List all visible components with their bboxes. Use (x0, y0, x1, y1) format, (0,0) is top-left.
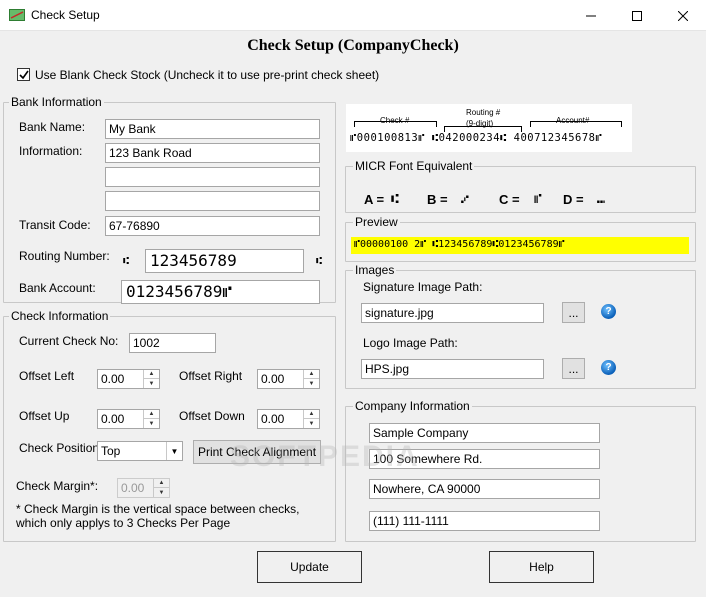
micr-sample-image: Check # Routing # (9-digit) Account# ⑈00… (346, 104, 632, 152)
micr-d-label: D = (563, 192, 584, 207)
routing-transit-symbol-left: ⑆ (123, 256, 129, 267)
title-bar: Check Setup (0, 0, 706, 31)
routing-transit-symbol-right: ⑆ (316, 256, 322, 267)
offset-right-spin[interactable]: ▲ ▼ (303, 370, 319, 388)
check-margin-spin: ▲ ▼ (153, 479, 169, 497)
micr-preview-line: ⑈00000100 2⑈ ⑆123456789⑆0123456789⑈ (351, 237, 689, 254)
minimize-icon (586, 15, 596, 16)
close-icon (678, 10, 688, 21)
check-info-legend: Check Information (9, 309, 111, 323)
offset-left-spin[interactable]: ▲ ▼ (143, 370, 159, 388)
maximize-button[interactable] (614, 0, 660, 31)
micr-sample-line: ⑈000100813⑈ ⑆042000234⑆ 400712345678⑈ (350, 132, 603, 144)
spin-down-icon[interactable]: ▼ (304, 379, 319, 388)
spin-up-icon[interactable]: ▲ (144, 370, 159, 379)
offset-up-stepper[interactable]: 0.00 ▲ ▼ (97, 409, 160, 429)
offset-left-value: 0.00 (101, 372, 125, 386)
company-line3-field[interactable]: Nowhere, CA 90000 (369, 479, 600, 499)
app-icon (9, 9, 25, 21)
micr-a-label: A = (364, 192, 385, 207)
routing-number-field[interactable]: 123456789 (145, 249, 304, 273)
maximize-icon (632, 10, 642, 21)
blank-stock-label: Use Blank Check Stock (Uncheck it to use… (35, 68, 380, 82)
transit-code-label: Transit Code: (19, 218, 91, 232)
close-button[interactable] (660, 0, 706, 31)
signature-path-field[interactable]: signature.jpg (361, 303, 544, 323)
micr-b-symbol: ⑇ (461, 192, 469, 207)
images-legend: Images (353, 263, 397, 277)
bank-name-label: Bank Name: (19, 120, 86, 134)
micr-check-bracket (354, 121, 437, 127)
company-line4-field[interactable]: (111) 111-1111 (369, 511, 600, 531)
help-button[interactable]: Help (489, 551, 594, 583)
bank-info-label: Information: (19, 144, 83, 158)
offset-left-stepper[interactable]: 0.00 ▲ ▼ (97, 369, 160, 389)
minimize-button[interactable] (568, 0, 614, 31)
help-icon[interactable]: ? (601, 360, 616, 375)
micr-equiv-legend: MICR Font Equivalent (353, 159, 475, 173)
micr-d-symbol: ⑉ (597, 192, 605, 207)
offset-up-value: 0.00 (101, 412, 125, 426)
window-title: Check Setup (31, 8, 100, 22)
offset-down-spin[interactable]: ▲ ▼ (303, 410, 319, 428)
micr-c-symbol: ⑈ (534, 192, 542, 207)
check-margin-label: Check Margin*: (16, 479, 99, 493)
signature-browse-button[interactable]: ... (562, 302, 585, 323)
signature-path-label: Signature Image Path: (363, 280, 483, 294)
preview-legend: Preview (353, 215, 400, 229)
current-check-field[interactable]: 1002 (129, 333, 216, 353)
help-icon[interactable]: ? (601, 304, 616, 319)
bank-account-field[interactable]: 0123456789⑈ (121, 280, 320, 304)
micr-routing-label: Routing # (466, 108, 501, 117)
logo-path-field[interactable]: HPS.jpg (361, 359, 544, 379)
bank-name-field[interactable]: My Bank (105, 119, 320, 139)
micr-account-bracket (530, 121, 622, 127)
check-position-label: Check Position (19, 441, 100, 455)
logo-browse-button[interactable]: ... (562, 358, 585, 379)
offset-down-value: 0.00 (261, 412, 285, 426)
bank-info-legend: Bank Information (9, 95, 104, 109)
transit-code-field[interactable]: 67-76890 (105, 216, 320, 236)
spin-down-icon[interactable]: ▼ (144, 379, 159, 388)
check-position-select[interactable]: Top ▼ (97, 441, 183, 461)
logo-path-label: Logo Image Path: (363, 336, 458, 350)
offset-left-label: Offset Left (19, 369, 75, 383)
check-position-value: Top (101, 444, 121, 458)
checkmark-icon (18, 70, 29, 79)
company-info-legend: Company Information (353, 399, 472, 413)
watermark: SOFTPEDIA (230, 440, 420, 473)
offset-right-label: Offset Right (179, 369, 243, 383)
spin-up-icon[interactable]: ▲ (304, 410, 319, 419)
offset-right-stepper[interactable]: 0.00 ▲ ▼ (257, 369, 320, 389)
offset-right-value: 0.00 (261, 372, 285, 386)
offset-up-spin[interactable]: ▲ ▼ (143, 410, 159, 428)
bank-info-line3-field[interactable] (105, 191, 320, 211)
micr-a-symbol: ⑆ (391, 192, 399, 207)
update-button[interactable]: Update (257, 551, 362, 583)
bank-info-line1-field[interactable]: 123 Bank Road (105, 143, 320, 163)
offset-down-stepper[interactable]: 0.00 ▲ ▼ (257, 409, 320, 429)
spin-up-icon[interactable]: ▲ (144, 410, 159, 419)
current-check-label: Current Check No: (19, 334, 119, 348)
micr-c-label: C = (499, 192, 520, 207)
spin-down-icon[interactable]: ▼ (304, 419, 319, 428)
spin-down-icon: ▼ (158, 489, 165, 496)
offset-down-label: Offset Down (179, 409, 245, 423)
chevron-down-icon[interactable]: ▼ (166, 442, 182, 460)
bank-info-line2-field[interactable] (105, 167, 320, 187)
bank-account-label: Bank Account: (19, 281, 96, 295)
spin-up-icon[interactable]: ▲ (304, 370, 319, 379)
check-margin-value: 0.00 (121, 481, 145, 495)
routing-number-label: Routing Number: (19, 249, 110, 263)
check-margin-stepper[interactable]: 0.00 ▲ ▼ (117, 478, 170, 498)
micr-b-label: B = (427, 192, 448, 207)
page-heading: Check Setup (CompanyCheck) (247, 37, 459, 54)
check-margin-note: * Check Margin is the vertical space bet… (16, 502, 300, 530)
spin-down-icon[interactable]: ▼ (144, 419, 159, 428)
spin-up-icon: ▲ (154, 479, 169, 488)
blank-stock-checkbox[interactable] (17, 68, 30, 81)
offset-up-label: Offset Up (19, 409, 70, 423)
